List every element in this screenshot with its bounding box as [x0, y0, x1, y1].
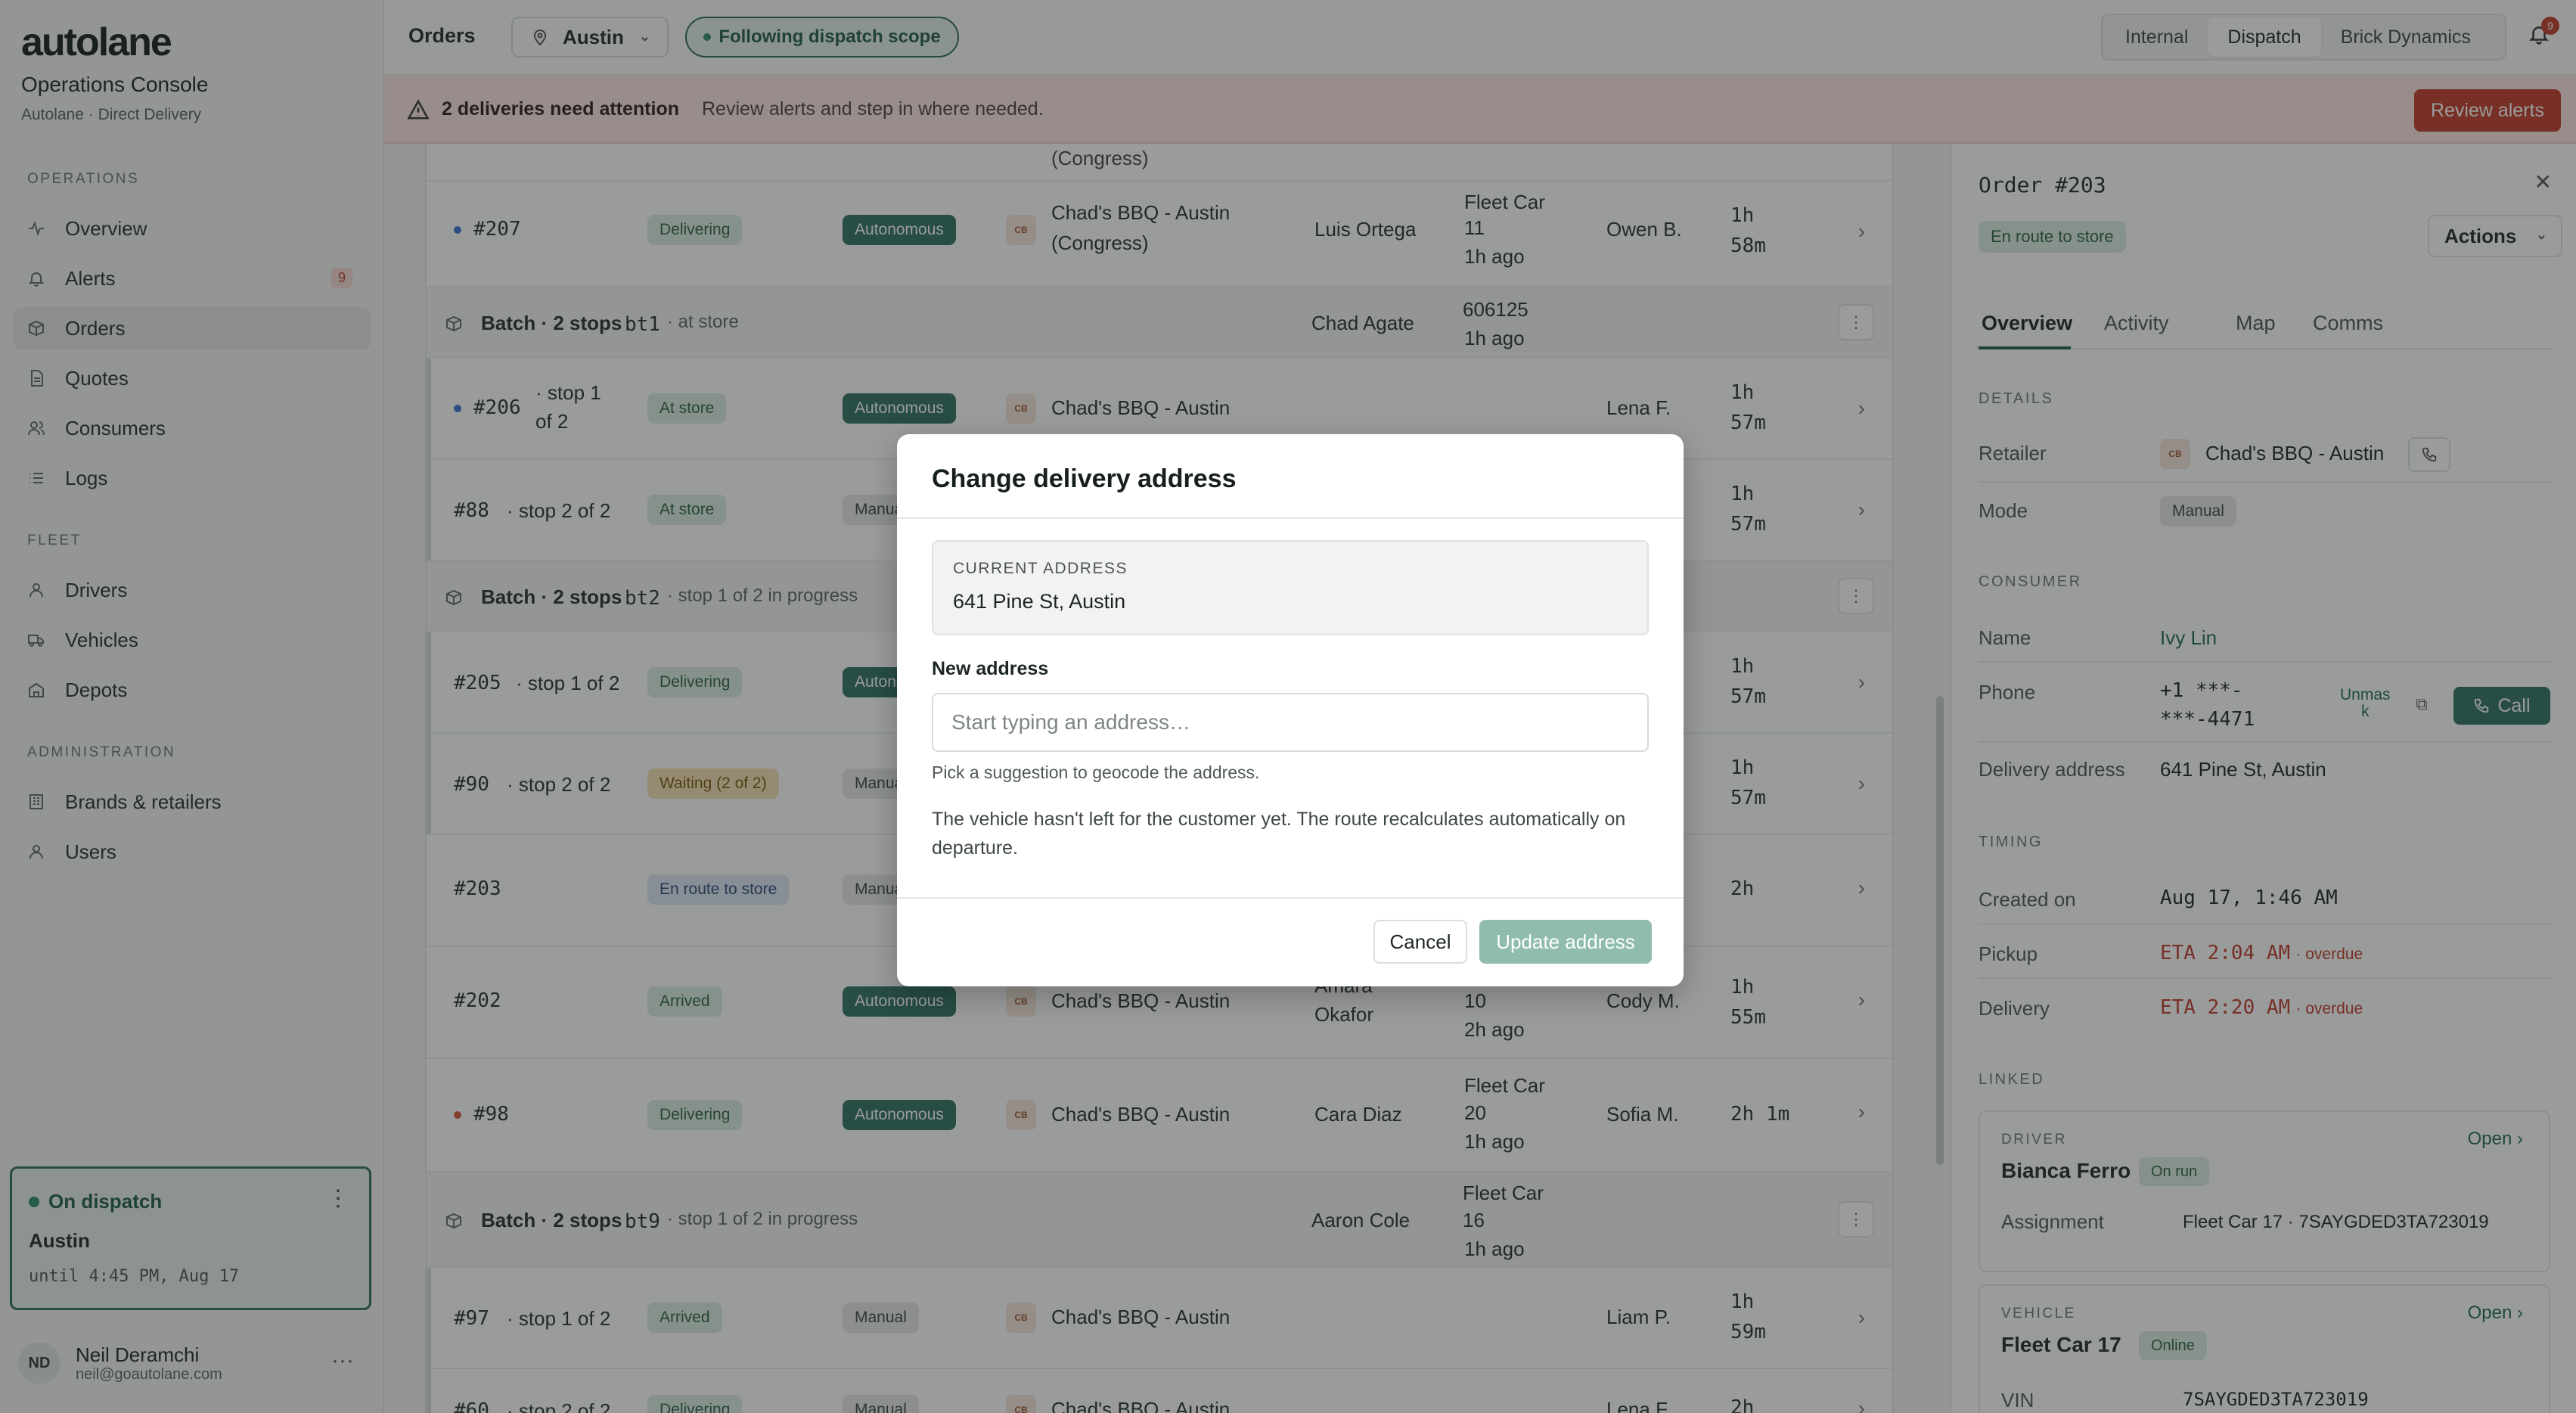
current-address-value: 641 Pine St, Austin [953, 590, 1126, 613]
new-address-label: New address [932, 658, 1049, 679]
change-address-dialog: Change delivery address CURRENT ADDRESS … [897, 434, 1684, 986]
divider [897, 897, 1684, 899]
current-address-label: CURRENT ADDRESS [953, 560, 1128, 577]
divider [897, 517, 1684, 519]
current-address-box: CURRENT ADDRESS 641 Pine St, Austin [932, 540, 1649, 635]
dialog-title: Change delivery address [932, 464, 1237, 493]
address-hint: Pick a suggestion to geocode the address… [932, 762, 1260, 782]
update-address-button[interactable]: Update address [1479, 920, 1652, 964]
new-address-input[interactable] [932, 693, 1649, 752]
route-note: The vehicle hasn't left for the customer… [932, 809, 1626, 859]
cancel-button[interactable]: Cancel [1373, 920, 1467, 964]
